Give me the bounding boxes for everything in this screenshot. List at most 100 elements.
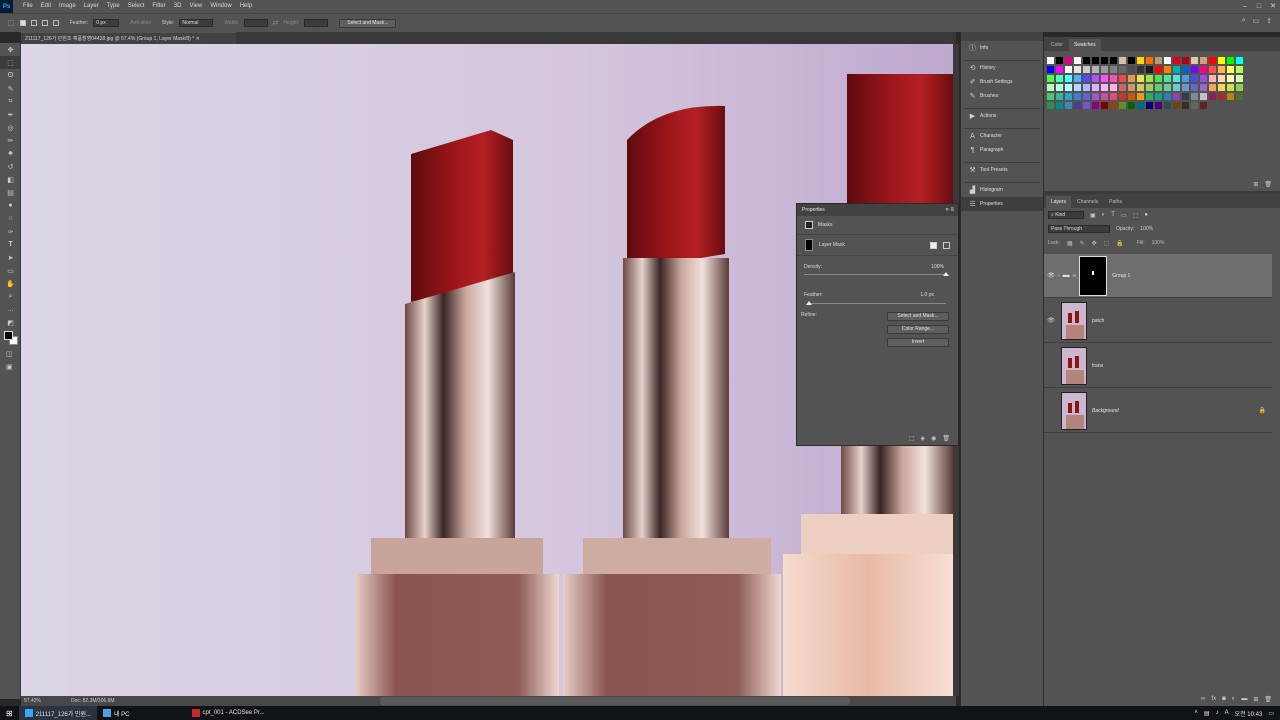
color-swatch[interactable]: [1118, 65, 1127, 74]
add-vector-mask-icon[interactable]: [943, 241, 950, 249]
dock-brush-settings[interactable]: ✐ Brush Settings: [961, 75, 1043, 89]
volume-icon[interactable]: ♪: [1216, 710, 1219, 716]
color-swatch[interactable]: [1181, 92, 1190, 101]
photoshop-logo-icon[interactable]: Ps: [0, 0, 13, 13]
color-swatch[interactable]: [1046, 83, 1055, 92]
color-swatch[interactable]: [1082, 56, 1091, 65]
color-swatch[interactable]: [1055, 92, 1064, 101]
color-swatch[interactable]: [1082, 92, 1091, 101]
color-swatch[interactable]: [1118, 83, 1127, 92]
dock-brushes[interactable]: ✎ Brushes: [961, 89, 1043, 103]
swap-icon[interactable]: ⇄: [273, 19, 279, 27]
color-swatch[interactable]: [1100, 74, 1109, 83]
search-icon[interactable]: ⌕: [1242, 17, 1246, 25]
select-pixel-mask-icon[interactable]: [930, 241, 937, 249]
dock-tool-presets[interactable]: ⚒ Tool Presets: [961, 163, 1043, 177]
color-swatch[interactable]: [1235, 56, 1244, 65]
new-layer-icon[interactable]: ⊞: [1253, 696, 1258, 703]
visibility-eye-icon[interactable]: 👁: [1044, 317, 1058, 324]
color-swatch[interactable]: [1109, 56, 1118, 65]
color-swatch[interactable]: [1163, 92, 1172, 101]
dodge-tool-icon[interactable]: ○: [0, 212, 21, 225]
color-swatch[interactable]: [1181, 83, 1190, 92]
opacity-value[interactable]: 100%: [1140, 226, 1153, 232]
menu-view[interactable]: View: [185, 0, 206, 13]
color-swatch[interactable]: [1199, 65, 1208, 74]
pen-tool-icon[interactable]: ✑: [0, 225, 21, 238]
color-swatch[interactable]: [1190, 65, 1199, 74]
color-swatch[interactable]: [1181, 65, 1190, 74]
lock-position-icon[interactable]: ✥: [1092, 240, 1097, 247]
color-swatch[interactable]: [1073, 83, 1082, 92]
taskbar-item-this-pc[interactable]: 내 PC: [97, 706, 136, 720]
delete-mask-icon[interactable]: 🗑: [942, 435, 950, 442]
color-swatch[interactable]: [1082, 74, 1091, 83]
screen-mode-icon[interactable]: ▣: [6, 363, 13, 371]
shape-tool-icon[interactable]: ▭: [0, 264, 21, 277]
dock-actions[interactable]: ▶ Actions: [961, 109, 1043, 123]
color-swatch[interactable]: [1136, 101, 1145, 110]
color-swatch[interactable]: [1073, 74, 1082, 83]
link-icon[interactable]: ∞: [1073, 273, 1077, 279]
color-swatch[interactable]: [1199, 83, 1208, 92]
ime-icon[interactable]: A: [1225, 710, 1229, 716]
color-swatch[interactable]: [1091, 65, 1100, 74]
feather-slider-thumb[interactable]: [806, 301, 812, 305]
color-swatch[interactable]: [1208, 92, 1217, 101]
gradient-tool-icon[interactable]: ▤: [0, 186, 21, 199]
move-tool-icon[interactable]: ✥: [0, 43, 21, 56]
color-swatch[interactable]: [1208, 56, 1217, 65]
layer-row-background[interactable]: Background 🔒: [1044, 389, 1272, 433]
color-swatch[interactable]: [1064, 92, 1073, 101]
color-swatch[interactable]: [1217, 65, 1226, 74]
color-swatch[interactable]: [1163, 65, 1172, 74]
color-swatch[interactable]: [1073, 92, 1082, 101]
feather-input[interactable]: 0 px: [93, 19, 120, 27]
color-swatch[interactable]: [1226, 83, 1235, 92]
lasso-tool-icon[interactable]: ʘ: [0, 69, 21, 82]
intersect-selection-icon[interactable]: [52, 20, 59, 26]
disable-mask-icon[interactable]: ◉: [931, 435, 936, 442]
zoom-tool-icon[interactable]: ⌕: [0, 290, 21, 303]
filter-adjustment-icon[interactable]: ◐: [1102, 212, 1106, 218]
color-swatch[interactable]: [1145, 101, 1154, 110]
color-swatch[interactable]: [1154, 101, 1163, 110]
dock-history[interactable]: ⟲ History: [961, 61, 1043, 75]
menu-image[interactable]: Image: [55, 0, 80, 13]
tab-swatches[interactable]: Swatches: [1068, 39, 1101, 51]
color-swatch[interactable]: [1127, 65, 1136, 74]
color-swatch[interactable]: [1226, 92, 1235, 101]
filter-type-icon[interactable]: T: [1111, 212, 1115, 218]
color-swatch[interactable]: [1154, 56, 1163, 65]
subtract-selection-icon[interactable]: [41, 20, 48, 26]
clock[interactable]: 오전 10:43: [1235, 709, 1263, 718]
menu-select[interactable]: Select: [124, 0, 149, 13]
color-swatch[interactable]: [1118, 92, 1127, 101]
workspace-icon[interactable]: ▭: [1253, 17, 1260, 25]
color-swatch[interactable]: [1208, 74, 1217, 83]
taskbar-item-acdsee[interactable]: cpt_001 - ACDSee Pr...: [186, 706, 271, 720]
color-swatch[interactable]: [1136, 74, 1145, 83]
filter-pixel-icon[interactable]: ▣: [1090, 212, 1096, 219]
color-swatch[interactable]: [1172, 74, 1181, 83]
invert-button[interactable]: Invert: [887, 338, 949, 347]
color-swatch[interactable]: [1190, 74, 1199, 83]
filter-toggle-icon[interactable]: ●: [1144, 212, 1148, 218]
color-swatch[interactable]: [1118, 56, 1127, 65]
color-swatch[interactable]: [1136, 56, 1145, 65]
color-swatch[interactable]: [1172, 83, 1181, 92]
group-mask-thumbnail[interactable]: [1079, 255, 1108, 296]
tab-layers[interactable]: Layers: [1046, 196, 1072, 208]
foreground-color-swatch[interactable]: [4, 331, 13, 340]
menu-filter[interactable]: Filter: [148, 0, 169, 13]
network-icon[interactable]: ▤: [1204, 710, 1210, 717]
path-select-tool-icon[interactable]: ➤: [0, 251, 21, 264]
layer-name[interactable]: Background: [1092, 408, 1119, 414]
delete-swatch-icon[interactable]: 🗑: [1264, 181, 1272, 188]
color-swatch[interactable]: [1235, 92, 1244, 101]
close-tab-icon[interactable]: ✕: [196, 36, 200, 42]
color-swatch[interactable]: [1118, 74, 1127, 83]
crop-tool-icon[interactable]: ⌗: [0, 95, 21, 108]
taskbar-item-photoshop[interactable]: 211117_126가 민원...: [18, 706, 97, 720]
zoom-level[interactable]: 57.43%: [24, 698, 41, 704]
